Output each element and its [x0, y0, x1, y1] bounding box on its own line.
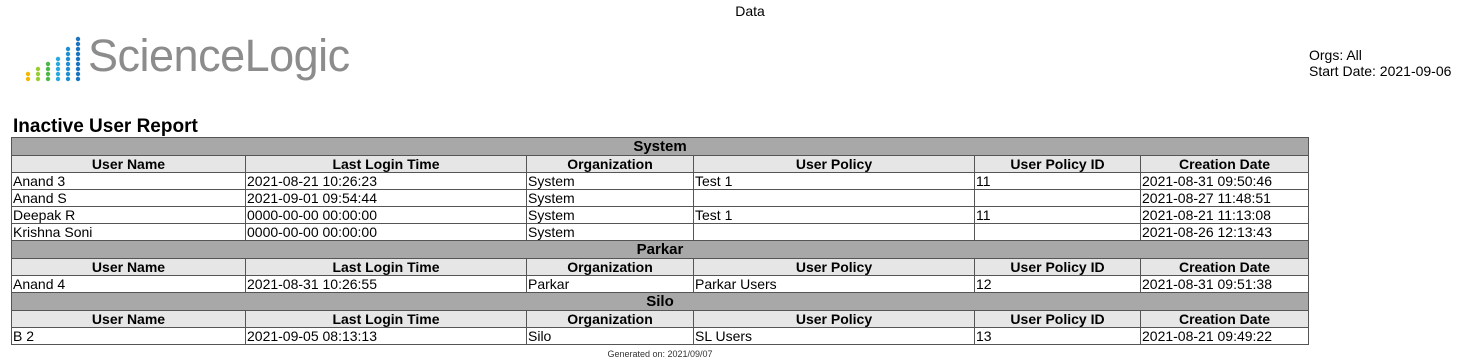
- column-header: Creation Date: [1139, 258, 1310, 276]
- table-cell: Test 1: [693, 172, 975, 190]
- column-header: User Name: [11, 155, 246, 173]
- table-cell: Test 1: [693, 206, 975, 224]
- column-header: User Policy: [693, 310, 975, 328]
- table-row: Anand S 2021-09-01 09:54:44 System 2021-08-…: [11, 189, 1310, 207]
- column-header: Last Login Time: [245, 155, 527, 173]
- column-header: Creation Date: [1139, 155, 1310, 173]
- section-header-parkar: Parkar: [10, 240, 1310, 259]
- table-cell: 2021-09-01 09:54:44: [245, 189, 527, 207]
- table-cell: 2021-08-21 09:49:22: [1139, 327, 1310, 345]
- table-cell: 12: [974, 275, 1141, 293]
- column-header: Organization: [526, 310, 694, 328]
- table-cell: Krishna Soni: [11, 223, 246, 241]
- column-header: User Policy ID: [974, 310, 1141, 328]
- table-cell: 13: [974, 327, 1141, 345]
- table-cell: B 2: [11, 327, 246, 345]
- column-header: User Name: [11, 258, 246, 276]
- section-header-silo: Silo: [10, 292, 1310, 311]
- report-meta: Orgs: All Start Date: 2021-09-06: [1309, 47, 1451, 79]
- table-cell: [693, 189, 975, 207]
- column-header: User Name: [11, 310, 246, 328]
- column-header: Organization: [526, 258, 694, 276]
- column-header: User Policy: [693, 258, 975, 276]
- table-cell: SL Users: [693, 327, 975, 345]
- table-cell: 2021-08-26 12:13:43: [1139, 223, 1310, 241]
- table-cell: [974, 189, 1141, 207]
- page-top-title: Data: [735, 3, 765, 19]
- table-cell: [693, 223, 975, 241]
- table-row: B 2 2021-09-05 08:13:13 Silo SL Users 13 2021…: [11, 327, 1310, 345]
- table-row: Anand 4 2021-08-31 10:26:55 Parkar Parkar U…: [11, 275, 1310, 293]
- table-cell: System: [526, 223, 694, 241]
- orgs-filter: Orgs: All: [1309, 47, 1362, 63]
- table-cell: 2021-08-27 11:48:51: [1139, 189, 1310, 207]
- table-cell: 0000-00-00 00:00:00: [245, 206, 527, 224]
- table-cell: 2021-08-31 09:51:38: [1139, 275, 1310, 293]
- table-cell: 11: [974, 206, 1141, 224]
- table-cell: Parkar: [526, 275, 694, 293]
- table-cell: 0000-00-00 00:00:00: [245, 223, 527, 241]
- table-cell: [974, 223, 1141, 241]
- table-cell: Anand S: [11, 189, 246, 207]
- logo-bars-icon: [25, 36, 81, 82]
- table-cell: Deepak R: [11, 206, 246, 224]
- table-cell: System: [526, 172, 694, 190]
- inactive-user-table: System User Name Last Login Time Organizati…: [10, 137, 1310, 345]
- table-cell: 2021-08-21 10:26:23: [245, 172, 527, 190]
- column-header: Organization: [526, 155, 694, 173]
- table-row: Deepak R 0000-00-00 00:00:00 System Test 11…: [11, 206, 1310, 224]
- table-cell: 11: [974, 172, 1141, 190]
- table-cell: Anand 3: [11, 172, 246, 190]
- table-cell: 2021-08-21 11:13:08: [1139, 206, 1310, 224]
- sciencelogic-logo: ScienceLogic: [22, 33, 350, 83]
- column-header: User Policy ID: [974, 155, 1141, 173]
- table-cell: Anand 4: [11, 275, 246, 293]
- table-cell: System: [526, 206, 694, 224]
- report-title: Inactive User Report: [13, 116, 198, 137]
- table-row: Krishna Soni 0000-00-00 00:00:00 System 202…: [11, 223, 1310, 241]
- table-row: Anand 3 2021-08-21 10:26:23 System Test 1 11…: [11, 172, 1310, 190]
- column-header: User Policy ID: [974, 258, 1141, 276]
- table-cell: 2021-08-31 10:26:55: [245, 275, 527, 293]
- column-header: User Policy: [693, 155, 975, 173]
- table-cell: 2021-08-31 09:50:46: [1139, 172, 1310, 190]
- table-cell: System: [526, 189, 694, 207]
- column-header: Last Login Time: [245, 310, 527, 328]
- column-header: Creation Date: [1139, 310, 1310, 328]
- section-header-system: System: [10, 137, 1310, 156]
- logo-text: ScienceLogic: [88, 30, 350, 81]
- table-cell: Parkar Users: [693, 275, 975, 293]
- table-cell: 2021-09-05 08:13:13: [245, 327, 527, 345]
- table-cell: Silo: [526, 327, 694, 345]
- generated-footer: Generated on: 2021/09/07: [607, 349, 713, 359]
- column-header: Last Login Time: [245, 258, 527, 276]
- start-date: Start Date: 2021-09-06: [1309, 63, 1452, 79]
